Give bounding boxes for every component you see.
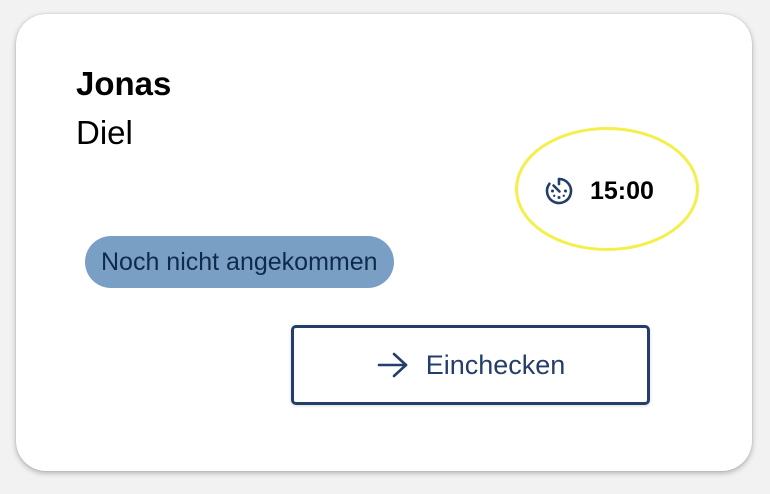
arrow-right-icon [376, 350, 410, 380]
timer-icon [544, 176, 574, 206]
checkin-button-label: Einchecken [425, 349, 566, 380]
status-badge: Noch nicht angekommen [85, 236, 394, 288]
checkin-button[interactable]: Einchecken [291, 325, 650, 405]
guest-first-name: Jonas [76, 65, 172, 102]
guest-last-name: Diel [76, 114, 133, 151]
appointment-time: 15:00 [544, 176, 654, 206]
guest-card: Jonas Diel 15:00 Noch nicht angekommen E… [16, 14, 752, 471]
appointment-time-text: 15:00 [590, 176, 654, 205]
